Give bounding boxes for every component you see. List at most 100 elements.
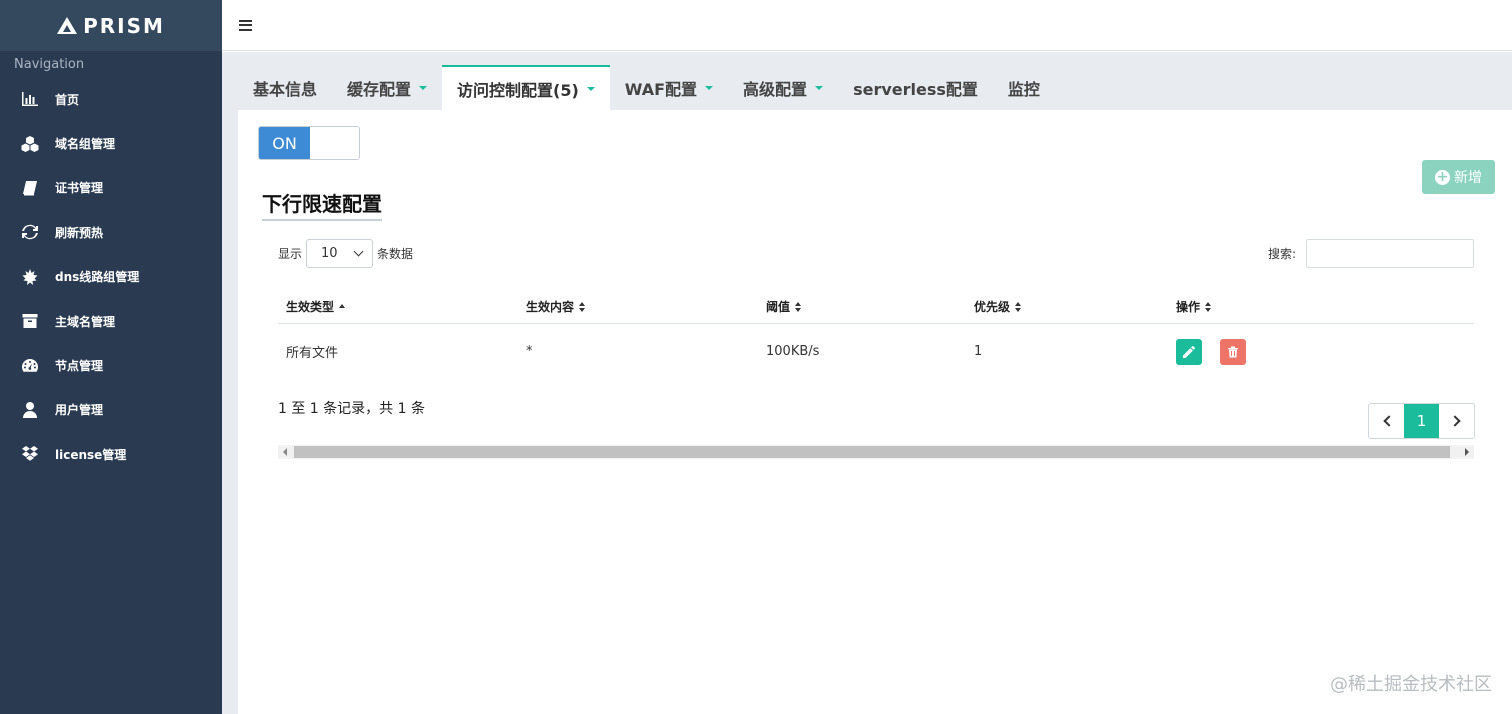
- sort-icon: [1015, 302, 1023, 313]
- edit-button[interactable]: [1176, 338, 1202, 365]
- refresh-icon: [20, 223, 40, 241]
- tab-label: serverless配置: [853, 79, 978, 99]
- sidebar-item-label: 刷新预热: [55, 225, 104, 240]
- column-label: 生效内容: [526, 299, 575, 314]
- main-content: ON + 新增 下行限速配置 显示 10 条数据 搜索: 生效类型 生效内容 阈…: [238, 110, 1512, 714]
- sidebar-item-home[interactable]: 首页: [0, 77, 222, 121]
- dashboard-icon: [20, 357, 40, 375]
- brand-name: PRISM: [83, 13, 165, 38]
- sidebar-item-users[interactable]: 用户管理: [0, 388, 222, 432]
- tab-advanced-config[interactable]: 高级配置: [728, 65, 838, 110]
- sidebar-item-label: 首页: [55, 92, 80, 107]
- sidebar-item-label: dns线路组管理: [55, 270, 140, 285]
- sidebar-item-label: 用户管理: [55, 403, 104, 418]
- sidebar-item-domain-groups[interactable]: 域名组管理: [0, 121, 222, 165]
- tab-label: 监控: [1007, 79, 1040, 99]
- chevron-left-icon: [1382, 415, 1395, 427]
- tab-waf-config[interactable]: WAF配置: [610, 65, 728, 110]
- rate-limit-table: 生效类型 生效内容 阈值 优先级 操作 所有文件 * 100KB/s 1: [278, 290, 1474, 380]
- sidebar-item-label: 域名组管理: [55, 137, 116, 152]
- cell-actions: [1168, 323, 1474, 380]
- length-prefix: 显示: [278, 247, 303, 261]
- nav-section-title: Navigation: [14, 56, 85, 72]
- sidebar-item-label: license管理: [55, 447, 127, 462]
- cell-threshold: 100KB/s: [766, 344, 820, 360]
- column-header-threshold[interactable]: 阈值: [758, 290, 966, 324]
- tab-label: 缓存配置: [347, 79, 412, 99]
- sort-icon: [795, 302, 803, 313]
- search-input[interactable]: [1306, 239, 1474, 268]
- trash-icon: [1228, 346, 1239, 358]
- section-title: 下行限速配置: [262, 188, 382, 221]
- search-label: 搜索:: [1267, 247, 1296, 261]
- cell-content: *: [526, 344, 533, 360]
- leaf-icon: [20, 268, 40, 286]
- sort-asc-icon: [339, 302, 347, 312]
- column-header-content[interactable]: 生效内容: [518, 290, 758, 324]
- length-suffix: 条数据: [377, 247, 414, 261]
- page-length-control: 显示 10 条数据: [278, 239, 413, 268]
- brand-logo[interactable]: PRISM: [0, 0, 222, 51]
- sidebar-item-nodes[interactable]: 节点管理: [0, 343, 222, 387]
- scrollbar-thumb[interactable]: [294, 446, 1450, 458]
- sidebar-item-main-domains[interactable]: 主域名管理: [0, 299, 222, 343]
- user-icon: [20, 401, 40, 419]
- column-label: 操作: [1176, 299, 1201, 314]
- next-page-button[interactable]: [1439, 404, 1474, 438]
- prev-page-button[interactable]: [1369, 404, 1404, 438]
- sidebar-item-label: 主域名管理: [55, 314, 116, 329]
- toggle-off-area: [310, 127, 359, 159]
- column-label: 生效类型: [286, 299, 335, 314]
- search-control: 搜索:: [1268, 239, 1474, 268]
- caret-down-icon: [705, 85, 714, 90]
- scroll-left-icon[interactable]: [283, 448, 287, 456]
- sidebar-item-license[interactable]: license管理: [0, 432, 222, 476]
- caret-down-icon: [815, 85, 824, 90]
- cell-type: 所有文件: [286, 346, 339, 362]
- sidebar-item-dns-line-groups[interactable]: dns线路组管理: [0, 255, 222, 299]
- menu-toggle-icon[interactable]: [239, 19, 252, 31]
- table-row: 所有文件 * 100KB/s 1: [278, 323, 1474, 380]
- column-label: 阈值: [766, 299, 791, 314]
- cell-priority: 1: [974, 344, 983, 360]
- sidebar-item-certificates[interactable]: 证书管理: [0, 166, 222, 210]
- table-header-row: 生效类型 生效内容 阈值 优先级 操作: [278, 290, 1474, 324]
- sidebar-item-refresh-preheat[interactable]: 刷新预热: [0, 210, 222, 254]
- scroll-right-icon[interactable]: [1465, 448, 1469, 456]
- tab-serverless-config[interactable]: serverless配置: [838, 65, 993, 110]
- horizontal-scrollbar[interactable]: [278, 445, 1474, 459]
- content-gutter: [222, 110, 238, 714]
- column-label: 优先级: [974, 299, 1011, 314]
- sort-icon: [1205, 302, 1213, 313]
- plus-circle-icon: +: [1435, 168, 1450, 185]
- caret-down-icon: [419, 85, 428, 90]
- add-button-label: 新增: [1454, 170, 1482, 186]
- chevron-right-icon: [1448, 415, 1461, 427]
- column-header-priority[interactable]: 优先级: [966, 290, 1168, 324]
- tab-monitoring[interactable]: 监控: [993, 65, 1055, 110]
- sidebar: PRISM Navigation 首页 域名组管理 证书管理 刷新预热 dns线…: [0, 0, 222, 714]
- tab-access-control-config[interactable]: 访问控制配置(5): [442, 65, 610, 110]
- archive-icon: [20, 312, 40, 330]
- delete-button[interactable]: [1220, 338, 1247, 365]
- chevron-down-icon: [353, 246, 364, 257]
- table-info: 1 至 1 条记录，共 1 条: [278, 401, 425, 417]
- prism-logo-icon: [57, 17, 78, 34]
- tab-cache-config[interactable]: 缓存配置: [332, 65, 442, 110]
- caret-down-icon: [586, 86, 595, 91]
- column-header-type[interactable]: 生效类型: [278, 290, 518, 324]
- column-header-actions[interactable]: 操作: [1168, 290, 1474, 324]
- top-bar: [222, 0, 1512, 51]
- tab-basic-info[interactable]: 基本信息: [238, 65, 332, 110]
- config-tabs: 基本信息 缓存配置 访问控制配置(5) WAF配置 高级配置 serverles…: [238, 65, 1055, 110]
- add-button[interactable]: + 新增: [1422, 160, 1495, 194]
- bar-chart-icon: [20, 90, 40, 108]
- page-button-current[interactable]: 1: [1404, 404, 1439, 438]
- page-length-select[interactable]: 10: [306, 239, 374, 268]
- sidebar-item-label: 证书管理: [55, 181, 104, 196]
- tab-label: 基本信息: [253, 79, 318, 99]
- book-icon: [20, 179, 40, 197]
- enable-toggle[interactable]: ON: [258, 126, 360, 160]
- tab-label: 高级配置: [743, 79, 808, 99]
- toggle-on-label: ON: [259, 127, 310, 159]
